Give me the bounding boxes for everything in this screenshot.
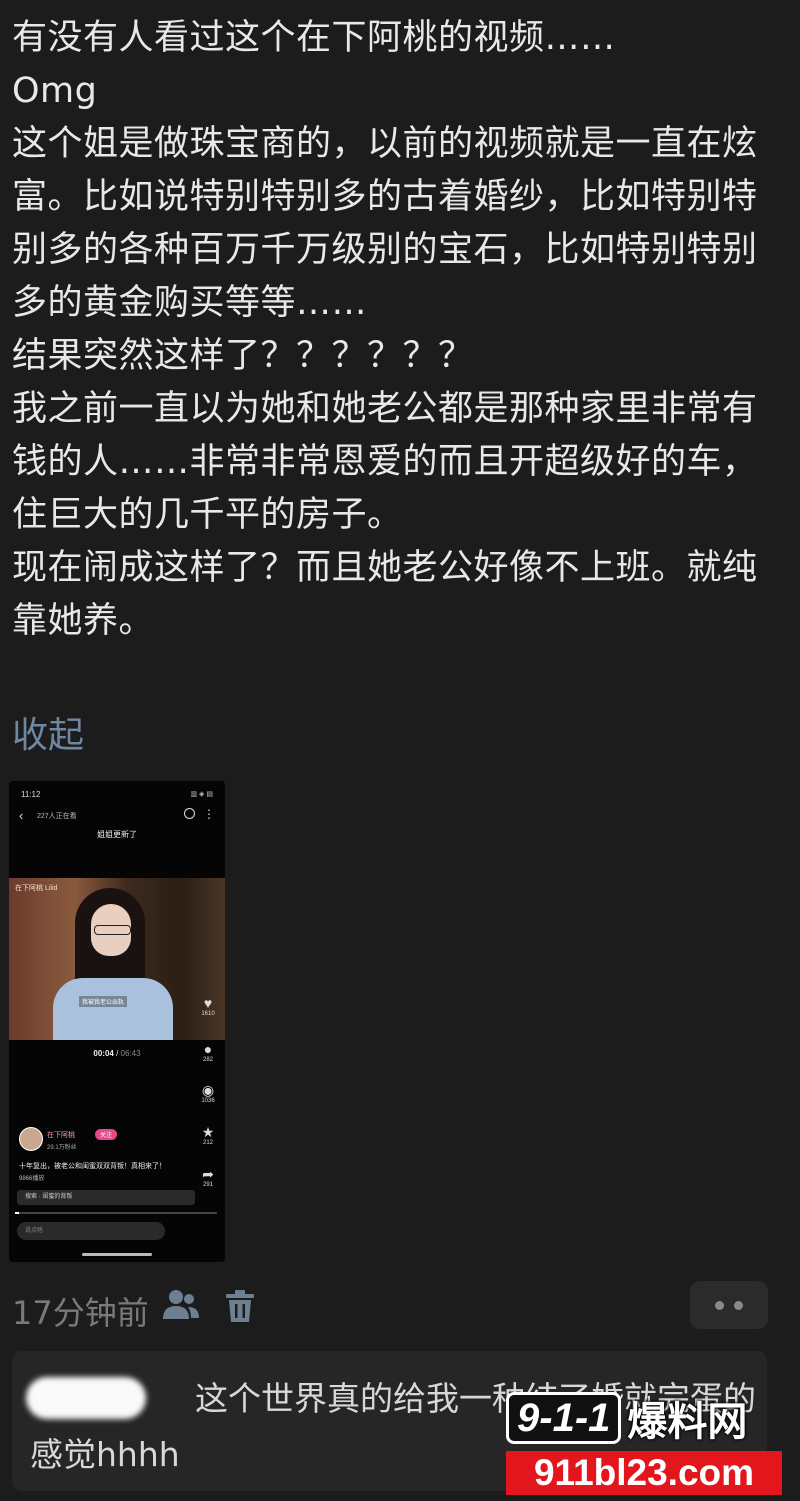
- users-icon[interactable]: [160, 1287, 202, 1323]
- post-line: 现在闹成这样了？而且她老公好像不上班。就纯靠她养。: [12, 548, 758, 641]
- forward-arrow-icon: ➦: [202, 1166, 214, 1182]
- collapse-link[interactable]: 收起: [12, 706, 84, 758]
- author-name: 在下阿桃: [47, 1132, 75, 1139]
- post-line: 有没有人看过这个在下阿桃的视频……: [12, 18, 616, 58]
- like-icon: ♥: [203, 995, 213, 1011]
- share-control: ◉ 1036: [197, 1082, 219, 1104]
- status-time: 11:12: [21, 790, 41, 799]
- favorite-control: ★ 212: [197, 1124, 219, 1146]
- post-line: Omg: [12, 71, 98, 111]
- comment-count: 282: [202, 1057, 213, 1063]
- video-progress-fill: [15, 1212, 20, 1214]
- comment-control: ● 282: [197, 1041, 219, 1063]
- fans-count: 29.1万粉丝: [47, 1145, 77, 1151]
- post-body: 有没有人看过这个在下阿桃的视频…… Omg 这个姐是做珠宝商的，以前的视频就是一…: [12, 12, 792, 648]
- post-line: 这个姐是做珠宝商的，以前的视频就是一直在炫富。比如说特别特别多的古着婚纱，比如特…: [12, 124, 758, 323]
- back-arrow-icon: ‹: [19, 808, 24, 823]
- viewers-count: 227人正在看: [37, 813, 77, 820]
- video-logo: 在下阿桃 Lilid: [15, 885, 58, 892]
- watermark-site-name: 爆料网: [627, 1399, 748, 1445]
- video-frame: 在下阿桃 Lilid 我被我老公出轨: [9, 878, 225, 1040]
- glasses-shape: [94, 925, 131, 935]
- video-title: 十年复出，被老公和闺蜜双双背叛！真相来了！: [19, 1163, 166, 1170]
- favorite-count: 212: [202, 1140, 213, 1146]
- video-progress-bar: [15, 1212, 217, 1214]
- coin-icon: ◉: [201, 1082, 215, 1098]
- watermark-url: 911bl23.com: [506, 1451, 782, 1495]
- time-total: 06:43: [120, 1049, 141, 1058]
- play-count: 9866播放: [19, 1176, 45, 1182]
- follow-badge: 关注: [95, 1129, 118, 1140]
- danmaku-input: 说点啥: [17, 1222, 165, 1240]
- like-control: ♥ 1610: [197, 995, 219, 1017]
- more-vertical-icon: ⋮: [203, 807, 215, 821]
- more-options-button[interactable]: [690, 1281, 768, 1329]
- post-line: 我之前一直以为她和她老公都是那种家里非常有钱的人……非常非常恩爱的而且开超级好的…: [12, 389, 758, 535]
- post-line: 结果突然这样了？？？？？？: [12, 336, 474, 376]
- watermark-logo: 9-1-1 爆料网: [506, 1390, 782, 1446]
- related-search-bar: 搜索 · 闺蜜的背叛: [17, 1190, 195, 1205]
- search-icon: [184, 808, 195, 819]
- status-icons: ▥ ◈ ▤: [190, 791, 213, 798]
- attached-screenshot[interactable]: 11:12 ▥ ◈ ▤ ‹ 227人正在看 ⋮ 姐姐更新了 在下阿桃 Lilid…: [9, 781, 225, 1262]
- video-time: 00:04 / 06:43: [93, 1049, 141, 1058]
- dot-icon: [715, 1300, 724, 1310]
- screenshot-caption: 姐姐更新了: [97, 830, 137, 839]
- avatar: [19, 1127, 43, 1151]
- time-current: 00:04: [93, 1049, 114, 1058]
- person-body: [53, 978, 173, 1040]
- share-count: 1036: [201, 1098, 215, 1104]
- star-icon: ★: [201, 1124, 215, 1140]
- like-count: 1610: [201, 1011, 215, 1017]
- dot-icon: [734, 1300, 743, 1310]
- post-time: 17分钟前: [12, 1294, 149, 1332]
- video-subtitle: 我被我老公出轨: [79, 996, 128, 1007]
- forward-control: ➦ 291: [197, 1166, 219, 1188]
- comment-icon: ●: [203, 1041, 213, 1057]
- trash-icon[interactable]: [224, 1289, 256, 1323]
- watermark-badge: 9-1-1: [506, 1392, 622, 1444]
- home-indicator: [82, 1253, 152, 1256]
- forward-count: 291: [202, 1182, 213, 1188]
